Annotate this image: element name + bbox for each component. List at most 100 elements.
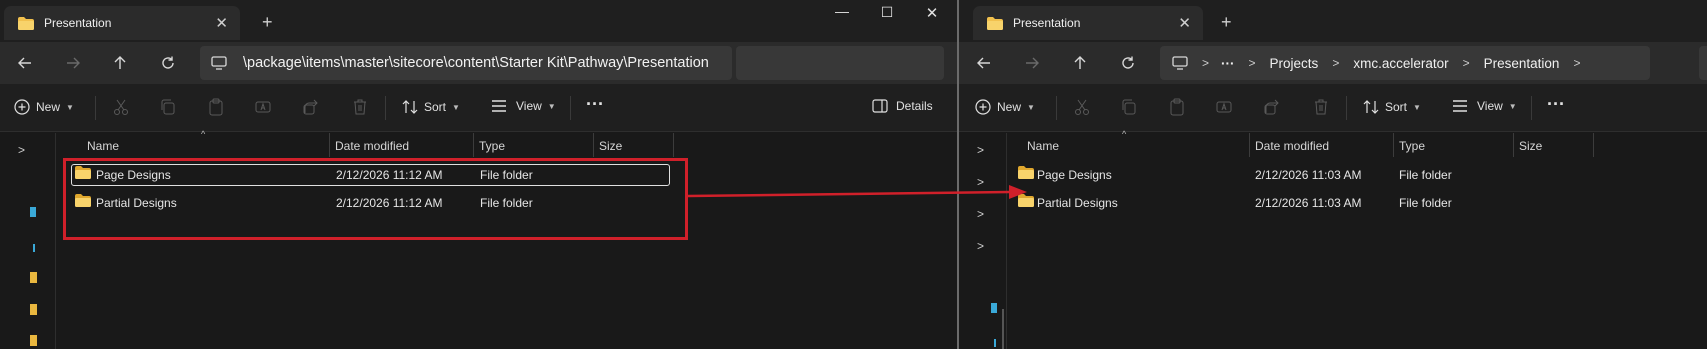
maximize-button[interactable]: ☐ [877,4,897,21]
close-tab-icon[interactable]: ✕ [1178,14,1191,32]
search-input[interactable] [1699,46,1707,80]
forward-button[interactable] [62,52,84,74]
breadcrumb-item-presentation[interactable]: Presentation [1484,56,1560,71]
new-tab-button[interactable]: + [1221,12,1232,33]
breadcrumb-item-projects[interactable]: Projects [1270,56,1319,71]
search-input[interactable] [736,46,944,80]
divider [1056,96,1057,120]
column-divider[interactable] [593,133,594,157]
divider [95,96,96,120]
chevron-down-icon: ▼ [1508,101,1517,111]
refresh-button[interactable] [1117,52,1139,74]
back-button[interactable] [973,52,995,74]
file-date: 2/12/2026 11:03 AM [1255,196,1362,210]
breadcrumb[interactable]: > ··· > Projects > xmc.accelerator > Pre… [1160,46,1650,80]
breadcrumb-item-xmc-accelerator[interactable]: xmc.accelerator [1353,56,1448,71]
sort-icon [402,100,418,114]
column-divider[interactable] [1513,133,1514,157]
column-divider[interactable] [473,133,474,157]
refresh-button[interactable] [157,52,179,74]
tab-title: Presentation [44,16,112,30]
view-button[interactable]: View ▼ [491,99,556,113]
up-button[interactable] [109,52,131,74]
close-tab-icon[interactable]: ✕ [215,14,228,32]
column-header-name[interactable]: Name [1027,133,1059,159]
file-list: ^ Name Date modified Type Size Page Desi… [1018,129,1707,349]
rename-icon[interactable] [255,98,273,116]
up-button[interactable] [1069,52,1091,74]
cut-icon[interactable] [1073,98,1091,116]
column-header-type[interactable]: Type [1399,133,1425,159]
new-tab-button[interactable]: + [262,12,273,33]
breadcrumb-overflow-button[interactable]: ··· [1221,56,1235,71]
more-options-button[interactable]: ··· [1547,94,1565,115]
expand-chevron-icon[interactable]: > [18,143,25,157]
paste-icon[interactable] [1168,98,1186,116]
expand-chevron-icon[interactable]: > [977,239,984,253]
new-label: New [36,100,61,114]
tab-presentation[interactable]: Presentation ✕ [973,6,1203,40]
column-header-type[interactable]: Type [479,133,505,159]
paste-icon[interactable] [207,98,225,116]
scrollbar-thumb[interactable] [1002,309,1004,349]
breadcrumb-chevron-icon[interactable]: > [1463,56,1470,70]
column-divider[interactable] [329,133,330,157]
delete-icon[interactable] [1312,98,1330,116]
column-header-date[interactable]: Date modified [335,133,409,159]
new-button[interactable]: New ▼ [975,99,1035,115]
drive-icon[interactable] [33,244,35,252]
folder-icon[interactable] [30,335,37,346]
tab-presentation[interactable]: Presentation ✕ [4,6,240,40]
view-button[interactable]: View ▼ [1452,99,1517,113]
drive-icon[interactable] [991,303,997,313]
view-icon [1453,100,1467,112]
copy-icon[interactable] [1120,98,1138,116]
expand-chevron-icon[interactable]: > [977,207,984,221]
breadcrumb-chevron-icon[interactable]: > [1573,56,1580,70]
folder-icon[interactable] [30,272,37,283]
column-header-size[interactable]: Size [599,133,622,159]
column-header-name[interactable]: Name [87,133,119,159]
cut-icon[interactable] [112,98,130,116]
sort-label: Sort [424,100,447,114]
column-header-date[interactable]: Date modified [1255,133,1329,159]
folder-icon[interactable] [30,304,37,315]
details-button[interactable]: Details [872,99,933,113]
breadcrumb-chevron-icon[interactable]: > [1332,56,1339,70]
sort-button[interactable]: Sort ▼ [402,99,460,115]
table-row[interactable]: Page Designs 2/12/2026 11:03 AM File fol… [1018,163,1707,187]
minimize-button[interactable]: — [832,3,852,19]
column-header-size[interactable]: Size [1519,133,1542,159]
expand-chevron-icon[interactable]: > [977,175,984,189]
column-divider[interactable] [1249,133,1250,157]
copy-icon[interactable] [159,98,177,116]
forward-button[interactable] [1021,52,1043,74]
back-button[interactable] [14,52,36,74]
column-divider[interactable] [673,133,674,157]
close-window-button[interactable]: ✕ [922,4,942,22]
delete-icon[interactable] [351,98,369,116]
breadcrumb-chevron-icon[interactable]: > [1202,56,1209,70]
command-bar: New ▼ Sort ▼ View ▼ ··· Details [0,84,957,132]
breadcrumb-chevron-icon[interactable]: > [1249,56,1256,70]
drive-icon[interactable] [994,339,996,347]
view-label: View [1477,99,1503,113]
title-bar: Presentation ✕ + [959,0,1707,42]
address-bar[interactable]: \package\items\master\sitecore\content\S… [200,46,732,80]
share-icon[interactable] [1264,98,1282,116]
address-path: \package\items\master\sitecore\content\S… [243,55,709,71]
expand-chevron-icon[interactable]: > [977,143,984,157]
share-icon[interactable] [303,98,321,116]
divider [1346,96,1347,120]
file-type: File folder [1399,196,1452,210]
sort-button[interactable]: Sort ▼ [1363,99,1421,115]
more-options-button[interactable]: ··· [586,94,604,115]
folder-icon [1018,194,1034,207]
column-divider[interactable] [1593,133,1594,157]
column-divider[interactable] [1393,133,1394,157]
folder-icon [18,16,34,30]
new-button[interactable]: New ▼ [14,99,74,115]
rename-icon[interactable] [1216,98,1234,116]
drive-icon[interactable] [30,207,36,217]
table-row[interactable]: Partial Designs 2/12/2026 11:03 AM File … [1018,191,1707,215]
